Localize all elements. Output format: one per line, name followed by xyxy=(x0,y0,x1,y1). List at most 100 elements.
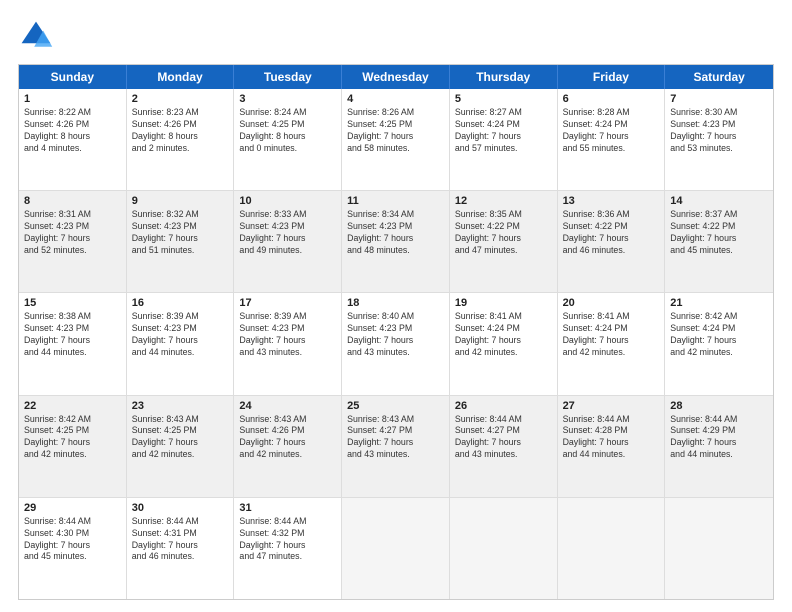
cell-text: Sunrise: 8:44 AM Sunset: 4:30 PM Dayligh… xyxy=(24,516,121,564)
cal-cell-4-4 xyxy=(450,498,558,599)
header-day-sunday: Sunday xyxy=(19,65,127,89)
header-day-monday: Monday xyxy=(127,65,235,89)
header-day-friday: Friday xyxy=(558,65,666,89)
cell-text: Sunrise: 8:39 AM Sunset: 4:23 PM Dayligh… xyxy=(239,311,336,359)
cal-cell-1-1: 9Sunrise: 8:32 AM Sunset: 4:23 PM Daylig… xyxy=(127,191,235,292)
day-number: 10 xyxy=(239,195,336,207)
cell-text: Sunrise: 8:39 AM Sunset: 4:23 PM Dayligh… xyxy=(132,311,229,359)
cal-cell-2-4: 19 Sunrise: 8:41 AM Sunset: 4:24 PM Dayli… xyxy=(450,293,558,394)
day-number: 13 xyxy=(563,195,660,207)
cell-text: Sunrise: 8:42 AM Sunset: 4:24 PM Dayligh… xyxy=(670,311,768,359)
logo xyxy=(18,18,60,54)
cell-text: Sunrise: 8:33 AM Sunset: 4:23 PM Dayligh… xyxy=(239,209,336,257)
cal-cell-3-1: 23 Sunrise: 8:43 AM Sunset: 4:25 PM Dayli… xyxy=(127,396,235,497)
cell-text: Sunrise: 8:40 AM Sunset: 4:23 PM Dayligh… xyxy=(347,311,444,359)
cell-text: Sunrise: 8:22 AM Sunset: 4:26 PM Dayligh… xyxy=(24,107,121,155)
cal-cell-2-6: 21 Sunrise: 8:42 AM Sunset: 4:24 PM Dayli… xyxy=(665,293,773,394)
day-number: 27 xyxy=(563,400,660,412)
cal-cell-3-0: 22Sunrise: 8:42 AM Sunset: 4:25 PM Dayli… xyxy=(19,396,127,497)
day-number: 2 xyxy=(132,93,229,105)
header xyxy=(18,18,774,54)
cell-text: Sunrise: 8:44 AM Sunset: 4:27 PM Dayligh… xyxy=(455,414,552,462)
cell-text: Sunrise: 8:35 AM Sunset: 4:22 PM Dayligh… xyxy=(455,209,552,257)
cal-cell-1-4: 12 Sunrise: 8:35 AM Sunset: 4:22 PM Dayli… xyxy=(450,191,558,292)
day-number: 20 xyxy=(563,297,660,309)
cal-cell-3-5: 27 Sunrise: 8:44 AM Sunset: 4:28 PM Dayli… xyxy=(558,396,666,497)
day-number: 14 xyxy=(670,195,768,207)
day-number: 29 xyxy=(24,502,121,514)
calendar-header: SundayMondayTuesdayWednesdayThursdayFrid… xyxy=(19,65,773,89)
day-number: 9 xyxy=(132,195,229,207)
calendar-row-1: 8Sunrise: 8:31 AM Sunset: 4:23 PM Daylig… xyxy=(19,190,773,292)
day-number: 15 xyxy=(24,297,121,309)
cal-cell-2-5: 20 Sunrise: 8:41 AM Sunset: 4:24 PM Dayli… xyxy=(558,293,666,394)
cal-cell-2-1: 16 Sunrise: 8:39 AM Sunset: 4:23 PM Dayli… xyxy=(127,293,235,394)
cal-cell-1-0: 8Sunrise: 8:31 AM Sunset: 4:23 PM Daylig… xyxy=(19,191,127,292)
day-number: 18 xyxy=(347,297,444,309)
cal-cell-0-4: 5Sunrise: 8:27 AM Sunset: 4:24 PM Daylig… xyxy=(450,89,558,190)
day-number: 11 xyxy=(347,195,444,207)
day-number: 24 xyxy=(239,400,336,412)
cal-cell-4-0: 29 Sunrise: 8:44 AM Sunset: 4:30 PM Dayli… xyxy=(19,498,127,599)
cell-text: Sunrise: 8:43 AM Sunset: 4:27 PM Dayligh… xyxy=(347,414,444,462)
day-number: 21 xyxy=(670,297,768,309)
day-number: 23 xyxy=(132,400,229,412)
day-number: 12 xyxy=(455,195,552,207)
cell-text: Sunrise: 8:27 AM Sunset: 4:24 PM Dayligh… xyxy=(455,107,552,155)
cell-text: Sunrise: 8:34 AM Sunset: 4:23 PM Dayligh… xyxy=(347,209,444,257)
day-number: 30 xyxy=(132,502,229,514)
cal-cell-1-3: 11 Sunrise: 8:34 AM Sunset: 4:23 PM Dayli… xyxy=(342,191,450,292)
cal-cell-3-4: 26 Sunrise: 8:44 AM Sunset: 4:27 PM Dayli… xyxy=(450,396,558,497)
cell-text: Sunrise: 8:44 AM Sunset: 4:28 PM Dayligh… xyxy=(563,414,660,462)
cell-text: Sunrise: 8:30 AM Sunset: 4:23 PM Dayligh… xyxy=(670,107,768,155)
cell-text: Sunrise: 8:41 AM Sunset: 4:24 PM Dayligh… xyxy=(455,311,552,359)
cal-cell-0-5: 6 Sunrise: 8:28 AM Sunset: 4:24 PM Daylig… xyxy=(558,89,666,190)
cal-cell-0-3: 4Sunrise: 8:26 AM Sunset: 4:25 PM Daylig… xyxy=(342,89,450,190)
calendar-row-0: 1Sunrise: 8:22 AM Sunset: 4:26 PM Daylig… xyxy=(19,89,773,190)
calendar-row-3: 22Sunrise: 8:42 AM Sunset: 4:25 PM Dayli… xyxy=(19,395,773,497)
cal-cell-0-2: 3 Sunrise: 8:24 AM Sunset: 4:25 PM Daylig… xyxy=(234,89,342,190)
day-number: 6 xyxy=(563,93,660,105)
cal-cell-0-0: 1Sunrise: 8:22 AM Sunset: 4:26 PM Daylig… xyxy=(19,89,127,190)
cell-text: Sunrise: 8:43 AM Sunset: 4:25 PM Dayligh… xyxy=(132,414,229,462)
calendar: SundayMondayTuesdayWednesdayThursdayFrid… xyxy=(18,64,774,600)
cell-text: Sunrise: 8:44 AM Sunset: 4:29 PM Dayligh… xyxy=(670,414,768,462)
cal-cell-4-1: 30 Sunrise: 8:44 AM Sunset: 4:31 PM Dayli… xyxy=(127,498,235,599)
cell-text: Sunrise: 8:43 AM Sunset: 4:26 PM Dayligh… xyxy=(239,414,336,462)
cal-cell-4-2: 31 Sunrise: 8:44 AM Sunset: 4:32 PM Dayli… xyxy=(234,498,342,599)
calendar-row-4: 29 Sunrise: 8:44 AM Sunset: 4:30 PM Dayli… xyxy=(19,497,773,599)
day-number: 4 xyxy=(347,93,444,105)
cell-text: Sunrise: 8:41 AM Sunset: 4:24 PM Dayligh… xyxy=(563,311,660,359)
cal-cell-2-0: 15Sunrise: 8:38 AM Sunset: 4:23 PM Dayli… xyxy=(19,293,127,394)
day-number: 31 xyxy=(239,502,336,514)
header-day-saturday: Saturday xyxy=(665,65,773,89)
cell-text: Sunrise: 8:23 AM Sunset: 4:26 PM Dayligh… xyxy=(132,107,229,155)
day-number: 25 xyxy=(347,400,444,412)
cell-text: Sunrise: 8:28 AM Sunset: 4:24 PM Dayligh… xyxy=(563,107,660,155)
cell-text: Sunrise: 8:44 AM Sunset: 4:31 PM Dayligh… xyxy=(132,516,229,564)
cal-cell-1-2: 10 Sunrise: 8:33 AM Sunset: 4:23 PM Dayli… xyxy=(234,191,342,292)
day-number: 7 xyxy=(670,93,768,105)
cell-text: Sunrise: 8:42 AM Sunset: 4:25 PM Dayligh… xyxy=(24,414,121,462)
cal-cell-1-6: 14 Sunrise: 8:37 AM Sunset: 4:22 PM Dayli… xyxy=(665,191,773,292)
day-number: 19 xyxy=(455,297,552,309)
page: SundayMondayTuesdayWednesdayThursdayFrid… xyxy=(0,0,792,612)
header-day-tuesday: Tuesday xyxy=(234,65,342,89)
calendar-row-2: 15Sunrise: 8:38 AM Sunset: 4:23 PM Dayli… xyxy=(19,292,773,394)
day-number: 28 xyxy=(670,400,768,412)
cal-cell-2-3: 18 Sunrise: 8:40 AM Sunset: 4:23 PM Dayli… xyxy=(342,293,450,394)
day-number: 26 xyxy=(455,400,552,412)
cell-text: Sunrise: 8:24 AM Sunset: 4:25 PM Dayligh… xyxy=(239,107,336,155)
cal-cell-1-5: 13 Sunrise: 8:36 AM Sunset: 4:22 PM Dayli… xyxy=(558,191,666,292)
cell-text: Sunrise: 8:44 AM Sunset: 4:32 PM Dayligh… xyxy=(239,516,336,564)
cell-text: Sunrise: 8:36 AM Sunset: 4:22 PM Dayligh… xyxy=(563,209,660,257)
cal-cell-3-3: 25 Sunrise: 8:43 AM Sunset: 4:27 PM Dayli… xyxy=(342,396,450,497)
cal-cell-4-3 xyxy=(342,498,450,599)
day-number: 16 xyxy=(132,297,229,309)
header-day-thursday: Thursday xyxy=(450,65,558,89)
logo-icon xyxy=(18,18,54,54)
cell-text: Sunrise: 8:37 AM Sunset: 4:22 PM Dayligh… xyxy=(670,209,768,257)
day-number: 3 xyxy=(239,93,336,105)
cal-cell-2-2: 17 Sunrise: 8:39 AM Sunset: 4:23 PM Dayli… xyxy=(234,293,342,394)
day-number: 17 xyxy=(239,297,336,309)
